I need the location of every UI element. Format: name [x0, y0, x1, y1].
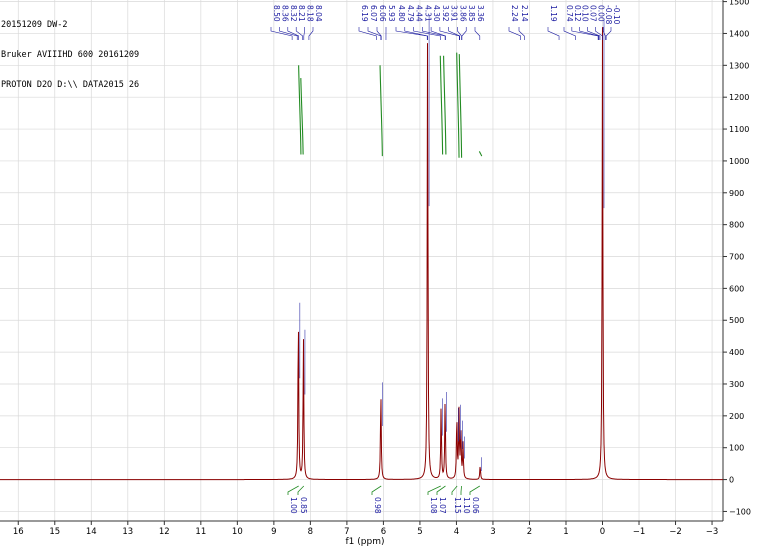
integral-curves	[298, 52, 483, 158]
integral-curve	[443, 55, 447, 155]
peak-label: 0.12	[573, 5, 582, 22]
x-tick-label: 12	[159, 527, 170, 537]
x-tick-label: 1	[563, 527, 568, 537]
y-tick-label: 1000	[729, 157, 749, 166]
x-tick-label: 0	[600, 527, 605, 537]
peak-label: 5.93	[387, 5, 396, 22]
peak-label: 3.36	[476, 5, 485, 22]
y-tick-label: 1200	[729, 93, 749, 102]
peak-label: 8.50	[272, 5, 281, 22]
integral-bracket	[469, 485, 481, 495]
peak-label: 3.91	[450, 5, 459, 22]
y-tick-label: 1400	[729, 29, 749, 38]
peak-label: 2.24	[510, 5, 519, 22]
peak-label: 0.00	[596, 5, 605, 22]
peak-label: 3.92	[441, 5, 450, 22]
y-tick-label: 1500	[729, 0, 749, 7]
peak-label: 0.10	[581, 5, 590, 22]
x-tick-label: 6	[381, 527, 386, 537]
header-line-1: 20151209 DW-2	[1, 20, 68, 30]
y-axis: −100 0 100 200 300 400 500 600 700 800 900 1000 1100…	[723, 0, 751, 516]
integral-label: 1.07	[438, 497, 447, 514]
peak-label: 4.31	[423, 5, 432, 22]
y-tick-label: −100	[729, 507, 751, 516]
integral-label: 0.98	[373, 497, 382, 514]
header-line-2: Bruker AVIIIHD 600 20161209	[1, 50, 140, 60]
peak-label: 8.32	[289, 5, 298, 22]
y-tick-label: 900	[729, 189, 744, 198]
x-tick-label: 8	[308, 527, 313, 537]
peak-label: 8.04	[314, 5, 323, 22]
peak-label: -0.08	[604, 5, 613, 25]
x-tick-label: 15	[49, 527, 60, 537]
x-tick-label: 11	[195, 527, 206, 537]
integral-label: 1.08	[429, 497, 438, 514]
integral-label: 0.06	[471, 497, 480, 514]
integral-bracket	[460, 485, 462, 495]
y-tick-label: 200	[729, 412, 744, 421]
x-tick-label: 7	[344, 527, 349, 537]
x-tick-label: 9	[271, 527, 276, 537]
peak-label: 3.86	[458, 5, 467, 22]
peak-label: 6.06	[378, 5, 387, 22]
peak-label-connector	[303, 27, 305, 40]
x-tick-label: 2	[527, 527, 532, 537]
x-tick-label: 4	[454, 527, 459, 537]
integral-bracket	[297, 485, 305, 495]
integral-curve	[458, 54, 463, 158]
x-tick-label: 5	[417, 527, 422, 537]
x-tick-label: −2	[669, 527, 682, 537]
integral-bracket	[371, 485, 382, 495]
peak-label: 4.44	[415, 5, 424, 22]
x-tick-label: 14	[86, 527, 97, 537]
peak-label: 8.36	[280, 5, 289, 22]
integral-label: 0.85	[299, 497, 308, 514]
integral-label: 1.00	[289, 497, 298, 514]
y-tick-label: 100	[729, 444, 744, 453]
y-tick-label: 600	[729, 284, 744, 293]
y-tick-label: 400	[729, 348, 744, 357]
y-tick-label: 800	[729, 221, 744, 230]
y-tick-label: 1300	[729, 61, 749, 70]
spectrum-header: 20151209 DW-2 Bruker AVIIIHD 600 2016120…	[1, 0, 139, 100]
y-tick-label: 1100	[729, 125, 749, 134]
header-line-3: PROTON D2O D:\\ DATA2015 26	[1, 80, 140, 90]
peak-label: 0.74	[565, 5, 574, 22]
y-tick-label: 0	[729, 476, 734, 485]
peak-label: 4.79	[406, 5, 415, 22]
integral-label: 1.10	[462, 497, 471, 514]
y-tick-label: 700	[729, 253, 744, 262]
y-tick-label: 300	[729, 380, 744, 389]
integral-labels: 1.00 0.85 0.98 1.08 1.07 1.15 1.10 0.06	[287, 485, 481, 514]
peak-label: 0.07	[589, 5, 598, 22]
integral-curve	[478, 151, 483, 157]
peak-label: -0.10	[612, 5, 621, 25]
peak-label: 3.85	[467, 5, 476, 22]
x-axis-label: f1 (ppm)	[346, 537, 385, 547]
x-tick-label: 16	[13, 527, 24, 537]
integral-bracket	[287, 485, 299, 495]
integral-curve	[439, 55, 444, 155]
peak-label: 8.21	[297, 5, 306, 22]
integral-curve	[379, 65, 383, 157]
x-tick-label: 13	[122, 527, 133, 537]
peak-labels: 8.50 8.36 8.32 8.21 8.18 8.04 6.19 6.07 6.06 5.93…	[270, 5, 621, 40]
y-tick-label: 500	[729, 316, 744, 325]
x-tick-label: 10	[232, 527, 243, 537]
x-axis: 16 15 14 13 12 11 10 9 8 7 6 5 4 3 2 1 0 −1 −2 −3	[13, 521, 718, 537]
x-tick-label: −3	[706, 527, 719, 537]
peak-label: 2.14	[520, 5, 529, 22]
peak-label: 4.80	[397, 5, 406, 22]
x-tick-label: −1	[633, 527, 646, 537]
peak-label: 6.07	[369, 5, 378, 22]
peak-label: 8.18	[306, 5, 315, 22]
peak-label: 4.30	[432, 5, 441, 22]
integral-label: 1.15	[453, 497, 462, 514]
integral-curve	[456, 52, 460, 158]
peak-label: 1.19	[549, 5, 558, 22]
peak-label: 6.19	[360, 5, 369, 22]
x-tick-label: 3	[490, 527, 495, 537]
